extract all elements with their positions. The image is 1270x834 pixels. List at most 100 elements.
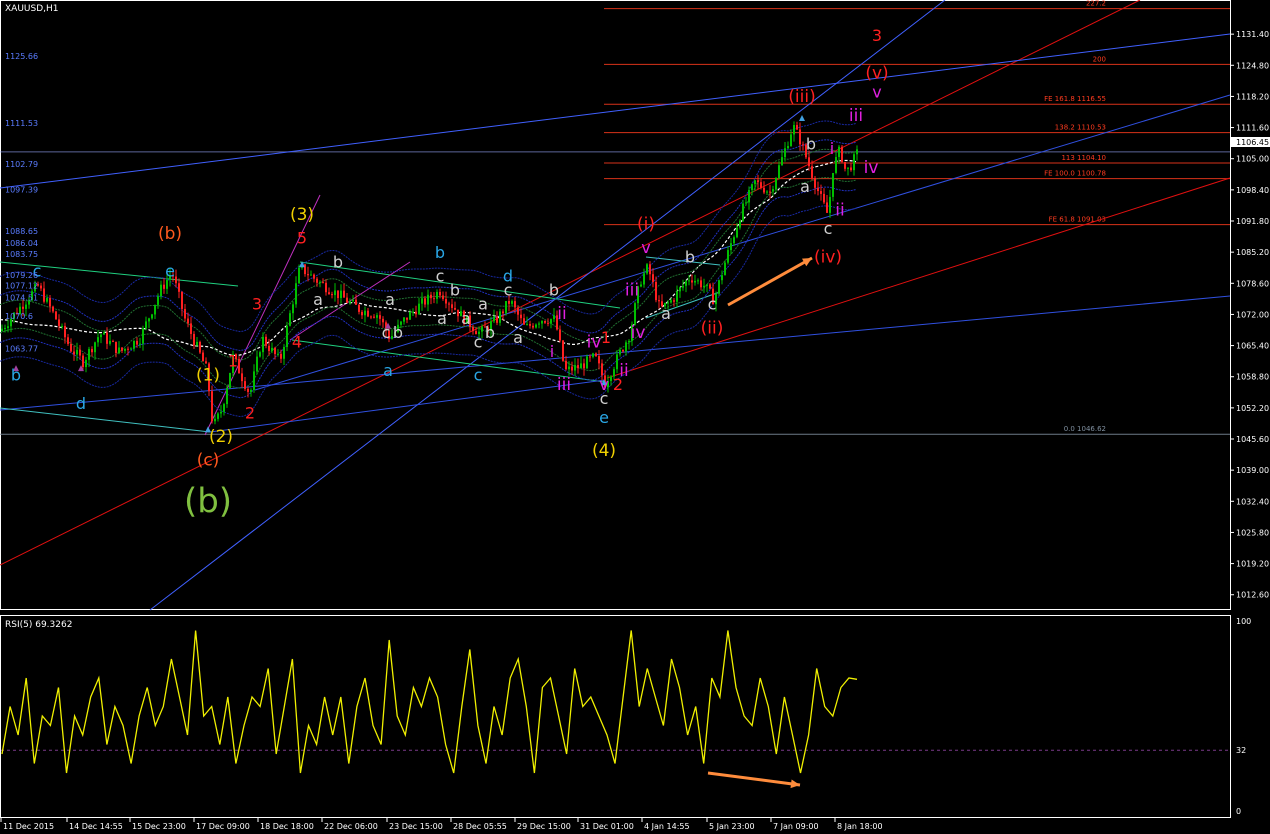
candle-body: [562, 340, 564, 361]
symbol-title: XAUUSD,H1: [5, 4, 59, 14]
candle-body: [100, 334, 102, 338]
candle-body: [652, 274, 654, 282]
candle-body: [103, 332, 105, 335]
candle-body: [160, 284, 162, 297]
candle-body: [820, 191, 822, 194]
time-tick-label: 8 Jan 18:00: [837, 822, 883, 831]
time-tick-label: 5 Jan 23:00: [709, 822, 755, 831]
candle-body: [796, 125, 798, 130]
fib-level-label: FE 161.8 1116.55: [1044, 95, 1106, 103]
candle-body: [322, 281, 324, 283]
rsi-title: RSI(5) 69.3262: [5, 620, 72, 630]
rsi-panel[interactable]: [0, 615, 1231, 818]
candle-body: [289, 313, 291, 326]
left-level-label: 1083.75: [5, 250, 38, 259]
wave-label: (2): [209, 427, 233, 447]
candle-body: [784, 148, 786, 158]
candle-body: [724, 262, 726, 276]
time-tick-label: 23 Dec 15:00: [389, 822, 443, 831]
candle-body: [115, 341, 117, 354]
candle-body: [814, 177, 816, 188]
left-level-label: 1077.12: [5, 281, 38, 290]
candle-body: [757, 180, 759, 183]
candle-body: [124, 348, 126, 351]
candle-body: [340, 290, 342, 299]
price-tick-label: 1124.80: [1236, 61, 1269, 70]
candle-body: [355, 299, 357, 305]
candle-body: [580, 363, 582, 369]
candle-body: [43, 288, 45, 302]
candle-body: [349, 301, 351, 303]
candle-body: [793, 125, 795, 135]
price-tick-label: 1052.20: [1236, 404, 1269, 413]
candle-body: [502, 311, 504, 314]
candle-body: [325, 282, 327, 293]
candle-body: [328, 292, 330, 295]
wave-label: v: [599, 375, 608, 394]
price-tick-label: 1065.40: [1236, 342, 1269, 351]
candle-body: [586, 356, 588, 369]
candle-body: [496, 316, 498, 323]
candle-body: [259, 352, 261, 357]
candle-body: [217, 413, 219, 419]
candle-body: [118, 347, 120, 354]
candle-body: [655, 281, 657, 301]
price-tick-label: 1032.40: [1236, 497, 1269, 506]
candle-body: [55, 311, 57, 320]
candle-body: [298, 267, 300, 284]
candle-body: [7, 326, 9, 328]
fib-level-label: 0.0 1046.62: [1064, 425, 1106, 433]
candle-body: [439, 291, 441, 296]
candle-body: [622, 349, 624, 352]
candle-body: [265, 336, 267, 346]
candle-body: [238, 359, 240, 374]
wave-label: (1): [196, 366, 220, 386]
candle-body: [706, 284, 708, 286]
wave-label: 2: [245, 403, 255, 422]
fib-level-label: FE 61.8 1091.03: [1049, 216, 1106, 224]
wave-label: e: [599, 408, 609, 427]
candle-body: [517, 307, 519, 315]
candle-body: [826, 202, 828, 213]
wave-label: iii: [557, 375, 571, 395]
wave-label: a: [800, 177, 810, 196]
candle-body: [739, 220, 741, 228]
candle-body: [481, 326, 483, 332]
candle-body: [97, 337, 99, 343]
price-tick-label: 1091.80: [1236, 217, 1269, 226]
candle-body: [226, 388, 228, 405]
candle-body: [184, 308, 186, 319]
candle-body: [658, 300, 660, 302]
candle-body: [520, 314, 522, 319]
candle-body: [817, 187, 819, 192]
price-axis: 1131.40 1124.80 1118.20 1111.60 1105.00 1098.…: [1230, 30, 1269, 600]
wave-label: v: [872, 82, 881, 101]
candle-body: [316, 278, 318, 283]
candle-body: [424, 298, 426, 305]
candle-body: [175, 276, 177, 284]
wave-label: (v): [865, 64, 888, 84]
candle-body: [649, 264, 651, 275]
candle-body: [772, 189, 774, 192]
candle-body: [748, 189, 750, 203]
candle-body: [679, 287, 681, 292]
candle-body: [256, 356, 258, 372]
candle-body: [412, 311, 414, 313]
fib-level-label: 138.2 1110.53: [1055, 124, 1106, 132]
candle-body: [346, 297, 348, 303]
wave-label: c: [474, 332, 483, 351]
candle-body: [58, 319, 60, 326]
candle-body: [727, 250, 729, 263]
candle-body: [808, 157, 810, 167]
candle-body: [601, 363, 603, 376]
candle-body: [136, 340, 138, 345]
chart-canvas[interactable]: 227.2200FE 161.8 1116.55138.2 1110.53113…: [0, 0, 1270, 834]
candle-body: [343, 290, 345, 298]
candle-body: [835, 157, 837, 173]
candle-body: [79, 349, 81, 356]
candle-body: [505, 300, 507, 314]
candle-body: [595, 353, 597, 357]
candle-body: [295, 283, 297, 305]
wave-label: b: [333, 252, 343, 271]
candle-body: [673, 300, 675, 302]
